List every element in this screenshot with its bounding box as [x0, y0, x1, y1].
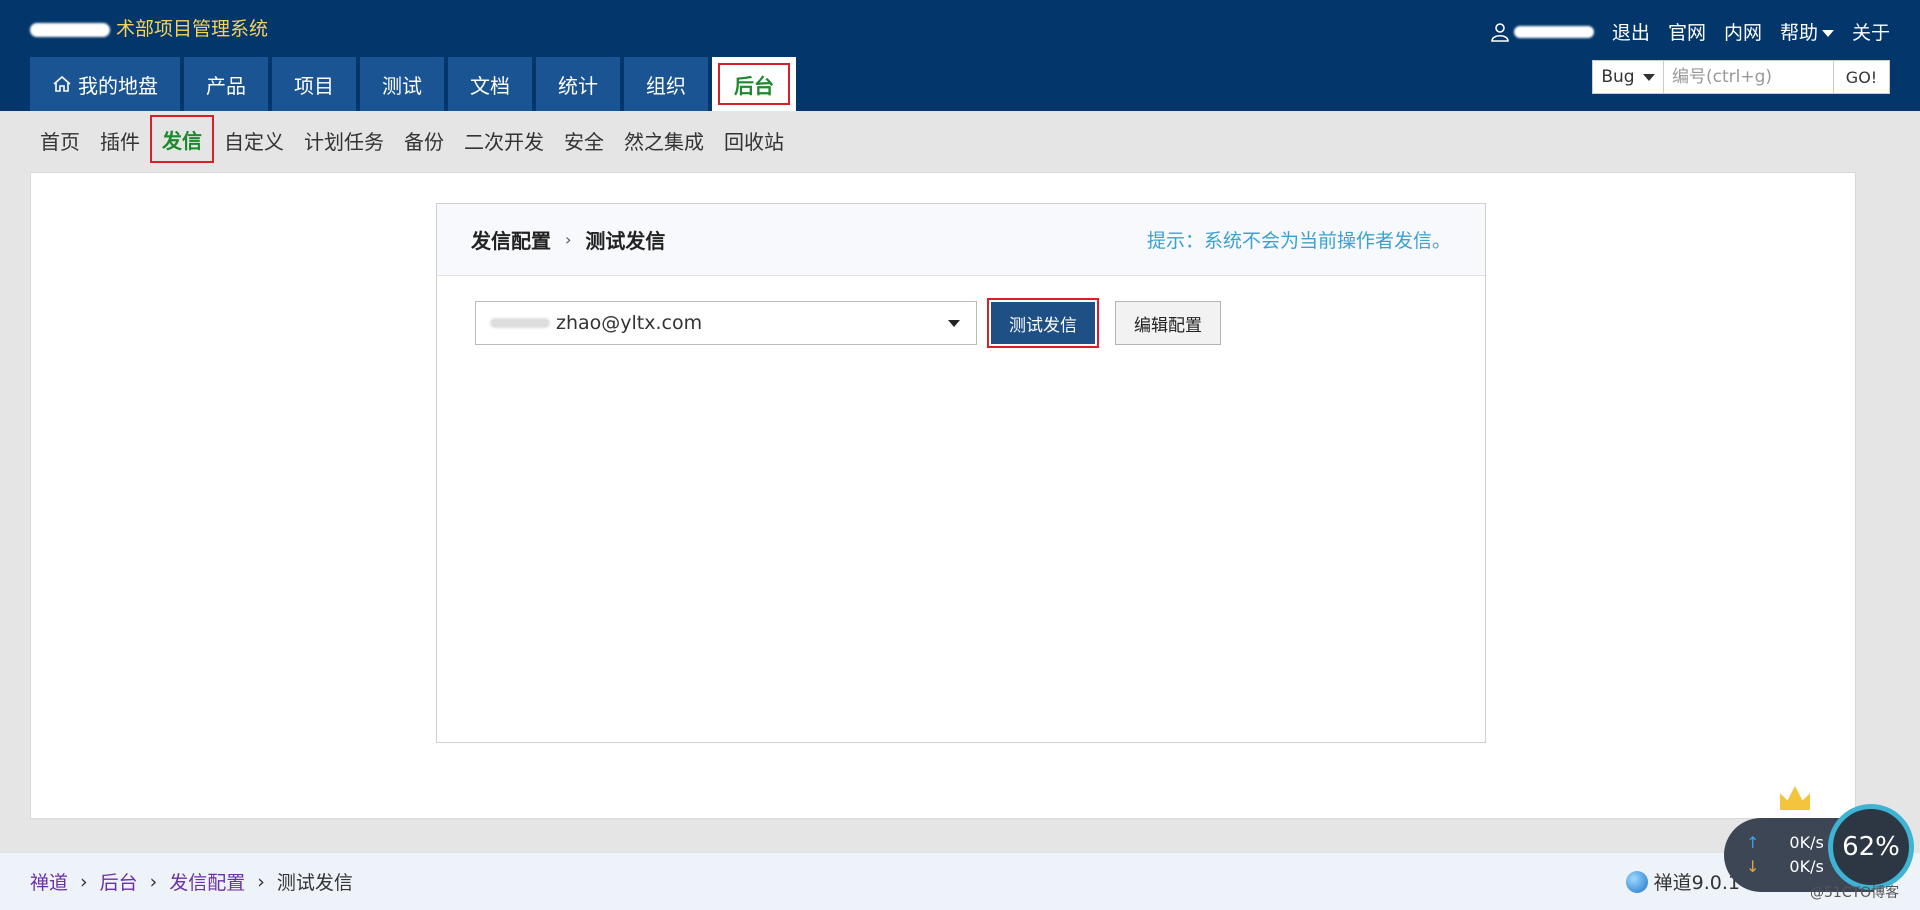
go-button[interactable]: GO! — [1834, 60, 1890, 94]
subnav-backup[interactable]: 备份 — [394, 115, 454, 165]
search-input[interactable] — [1664, 60, 1834, 94]
redacted-username — [1513, 25, 1594, 38]
zentao-logo-icon — [1625, 870, 1648, 893]
test-send-button[interactable]: 测试发信 — [987, 298, 1099, 348]
subnav-trash[interactable]: 回收站 — [714, 115, 794, 165]
arrow-up-icon: ↑ — [1746, 832, 1760, 852]
redacted-name — [490, 318, 550, 328]
subnav-cron[interactable]: 计划任务 — [294, 115, 394, 165]
tab-statistics[interactable]: 统计 — [536, 57, 620, 111]
arrow-down-icon: ↓ — [1746, 856, 1760, 876]
breadcrumb-current: 测试发信 — [276, 872, 353, 894]
about-link[interactable]: 关于 — [1852, 18, 1890, 45]
tab-admin-highlight: 后台 — [718, 63, 790, 105]
version-info[interactable]: 禅道9.0.1 — [1625, 868, 1740, 895]
app-title[interactable]: 术部项目管理系统 — [30, 14, 268, 41]
panel-crumb-current: 测试发信 — [585, 229, 666, 253]
panel-body: zhao@yltx.com 测试发信 编辑配置 — [437, 276, 1485, 370]
top-header: 术部项目管理系统 退出 官网 内网 帮助 关于 我的地盘 产品 项目 测试 文档… — [0, 0, 1920, 111]
subnav-plugins[interactable]: 插件 — [90, 115, 150, 165]
chevron-right-icon: › — [257, 870, 265, 893]
watermark: @51CTO博客 — [1810, 885, 1900, 901]
tab-admin[interactable]: 后台 — [712, 57, 796, 111]
chevron-down-icon — [1642, 73, 1655, 81]
subnav-home[interactable]: 首页 — [30, 115, 90, 165]
chevron-right-icon: › — [149, 870, 158, 893]
official-site-link[interactable]: 官网 — [1668, 18, 1706, 45]
home-icon — [53, 75, 71, 92]
chevron-right-icon: › — [565, 230, 572, 249]
breadcrumb-mail-config[interactable]: 发信配置 — [169, 868, 245, 895]
tab-my-dashboard[interactable]: 我的地盘 — [30, 57, 180, 111]
main-content: 发信配置 › 测试发信 提示：系统不会为当前操作者发信。 zhao@yltx.c… — [30, 172, 1856, 819]
panel-header: 发信配置 › 测试发信 提示：系统不会为当前操作者发信。 — [437, 204, 1485, 276]
intranet-link[interactable]: 内网 — [1724, 18, 1762, 45]
tab-project[interactable]: 项目 — [272, 57, 356, 111]
main-nav: 我的地盘 产品 项目 测试 文档 统计 组织 后台 — [30, 57, 796, 111]
logout-link[interactable]: 退出 — [1612, 18, 1650, 45]
chevron-down-icon — [948, 320, 960, 327]
top-links: 退出 官网 内网 帮助 关于 — [1490, 18, 1890, 45]
subnav-ranzhi[interactable]: 然之集成 — [614, 115, 714, 165]
tab-organization[interactable]: 组织 — [624, 57, 708, 111]
user-menu[interactable] — [1490, 22, 1594, 42]
sub-nav: 首页 插件 发信 自定义 计划任务 备份 二次开发 安全 然之集成 回收站 — [30, 115, 794, 165]
subnav-mail[interactable]: 发信 — [150, 115, 214, 163]
chevron-right-icon: › — [80, 870, 88, 893]
mail-test-panel: 发信配置 › 测试发信 提示：系统不会为当前操作者发信。 zhao@yltx.c… — [436, 203, 1486, 743]
memory-usage-ring: 62% — [1828, 804, 1914, 890]
subnav-custom[interactable]: 自定义 — [214, 115, 294, 165]
tab-doc[interactable]: 文档 — [448, 57, 532, 111]
help-menu[interactable]: 帮助 — [1780, 18, 1834, 45]
footer: 禅道 › 后台 › 发信配置 › 测试发信 禅道9.0.1 — [0, 852, 1920, 910]
recipient-select[interactable]: zhao@yltx.com — [475, 301, 977, 345]
redacted-text — [30, 22, 110, 37]
edit-config-button[interactable]: 编辑配置 — [1115, 301, 1221, 345]
breadcrumb-zentao[interactable]: 禅道 — [30, 868, 68, 895]
subnav-dev[interactable]: 二次开发 — [454, 115, 554, 165]
quick-search: Bug GO! — [1592, 60, 1890, 94]
subnav-security[interactable]: 安全 — [554, 115, 614, 165]
chevron-down-icon — [1821, 30, 1834, 37]
panel-tip: 提示：系统不会为当前操作者发信。 — [1146, 230, 1451, 252]
tab-product[interactable]: 产品 — [184, 57, 268, 111]
tab-test[interactable]: 测试 — [360, 57, 444, 111]
panel-crumb-parent[interactable]: 发信配置 — [471, 225, 551, 254]
search-type-select[interactable]: Bug — [1592, 60, 1664, 94]
user-icon — [1491, 22, 1509, 42]
breadcrumb-admin[interactable]: 后台 — [100, 868, 138, 895]
